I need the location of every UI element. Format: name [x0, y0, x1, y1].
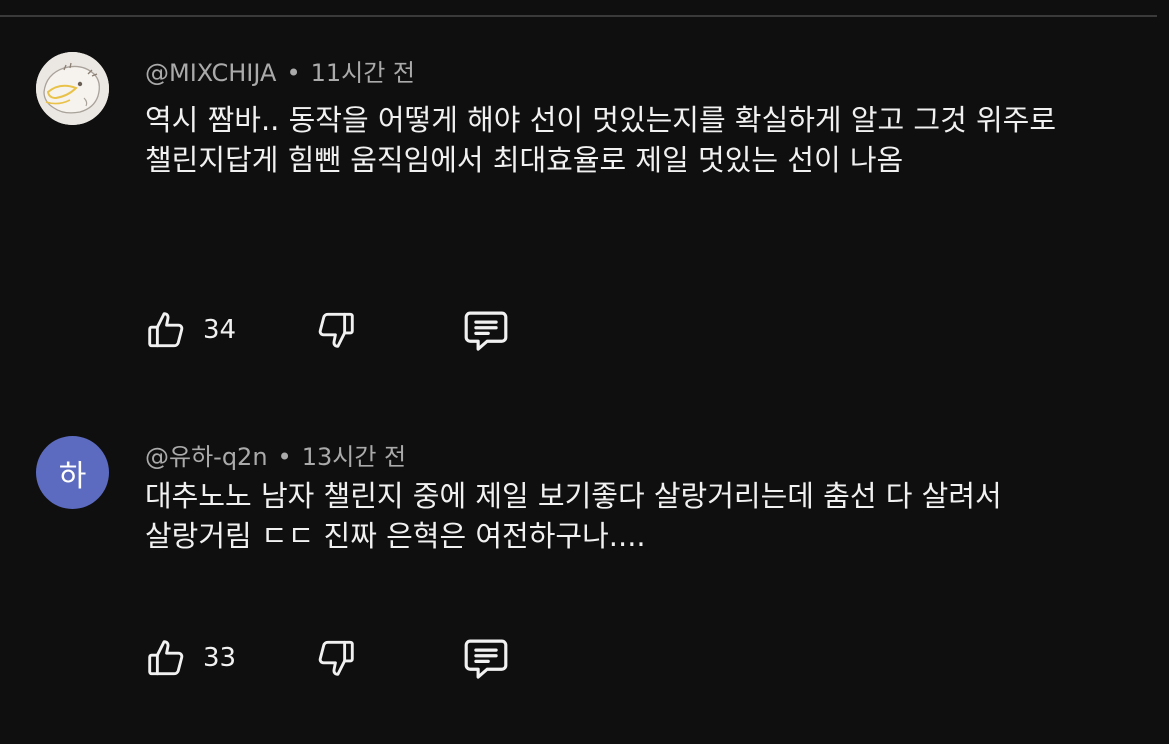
comment-author[interactable]: @유하-q2n	[145, 443, 268, 471]
like-button[interactable]: 33	[143, 632, 236, 684]
comment-reply-icon	[464, 311, 508, 351]
illustrated-avatar-icon	[36, 52, 109, 125]
avatar[interactable]: 하	[36, 436, 109, 509]
top-divider	[0, 15, 1157, 17]
reply-button[interactable]	[459, 632, 513, 684]
comment-text: 대추노노 남자 챌린지 중에 제일 보기좋다 살랑거리는데 춤선 다 살려서 살…	[145, 479, 1002, 553]
comment-meta: @MIXCHIJA • 11시간 전	[145, 58, 415, 88]
comment-time[interactable]: 11시간 전	[311, 59, 415, 87]
meta-separator: •	[286, 59, 301, 87]
reply-button[interactable]	[459, 304, 513, 356]
thumbs-down-icon	[318, 640, 354, 676]
comment-text: 역시 짬바.. 동작을 어떻게 해야 선이 멋있는지를 확실하게 알고 그것 위…	[145, 103, 1057, 177]
like-count: 34	[203, 315, 237, 345]
thumbs-up-icon	[148, 312, 184, 348]
avatar[interactable]	[36, 52, 109, 125]
like-count: 33	[203, 643, 237, 673]
thumbs-down-icon	[318, 312, 354, 348]
like-button[interactable]: 34	[143, 304, 236, 356]
comment-time[interactable]: 13시간 전	[302, 443, 406, 471]
meta-separator: •	[277, 443, 292, 471]
comment-meta: @유하-q2n • 13시간 전	[145, 442, 406, 472]
comment-actions: 34	[143, 304, 563, 356]
thumbs-up-icon	[148, 640, 184, 676]
dislike-button[interactable]	[313, 304, 359, 356]
comment-reply-icon	[464, 639, 508, 679]
comment-actions: 33	[143, 632, 563, 684]
dislike-button[interactable]	[313, 632, 359, 684]
comment-author[interactable]: @MIXCHIJA	[145, 59, 276, 87]
